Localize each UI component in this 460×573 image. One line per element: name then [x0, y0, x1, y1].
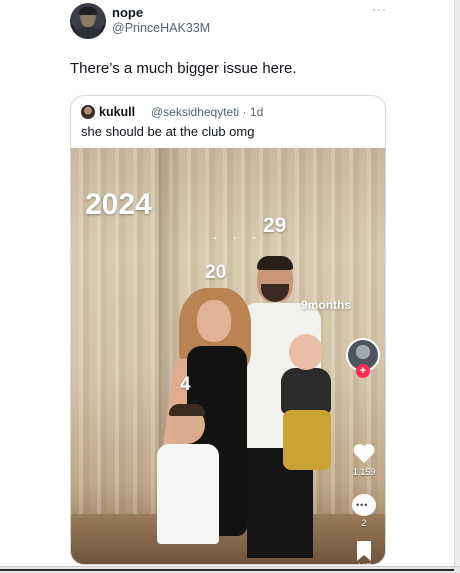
author-handle[interactable]: @PrinceHAK33M	[112, 21, 210, 35]
overlay-year: 2024	[85, 188, 152, 221]
window-bottom-line	[0, 569, 454, 571]
quote-author-avatar[interactable]	[81, 105, 95, 119]
overlay-dots: . . .	[213, 226, 263, 242]
bookmark-count: 117	[343, 562, 385, 564]
quote-author-handle: @seksidheqyteti · 1d	[151, 105, 264, 119]
comment-count: 2	[361, 518, 367, 528]
baby-head	[289, 334, 323, 370]
plus-icon[interactable]: +	[356, 364, 370, 378]
boy-hair	[169, 404, 205, 416]
baby-pants	[283, 410, 331, 470]
quote-text: she should be at the club omg	[81, 124, 255, 139]
man-hair	[257, 256, 293, 270]
woman-face	[197, 300, 231, 342]
overlay-boy-age: 4	[180, 374, 191, 395]
author-avatar[interactable]	[70, 3, 106, 39]
comment-icon[interactable]: •••	[352, 494, 376, 516]
quote-tweet-card[interactable]: kukull @seksidheqyteti · 1d she should b…	[70, 95, 386, 565]
quote-author-name[interactable]: kukull	[99, 105, 135, 119]
author-display-name[interactable]: nope	[112, 5, 143, 20]
like-count: 1,159	[352, 467, 376, 477]
window-right-edge	[454, 0, 460, 573]
overlay-baby-age: 9months	[301, 298, 352, 312]
overlay-man-age: 29	[263, 214, 287, 237]
more-horizontal-icon[interactable]: ···	[372, 2, 387, 16]
overlay-woman-age: 20	[205, 262, 227, 283]
quote-media-photo[interactable]: 2024 . . . 29 20 9months 4 + 1,159 ••• 2…	[71, 148, 385, 564]
tweet-text: There’s a much bigger issue here.	[70, 60, 297, 77]
heart-icon[interactable]	[351, 442, 377, 469]
baby-figure	[281, 368, 331, 414]
boy-figure	[157, 444, 219, 544]
